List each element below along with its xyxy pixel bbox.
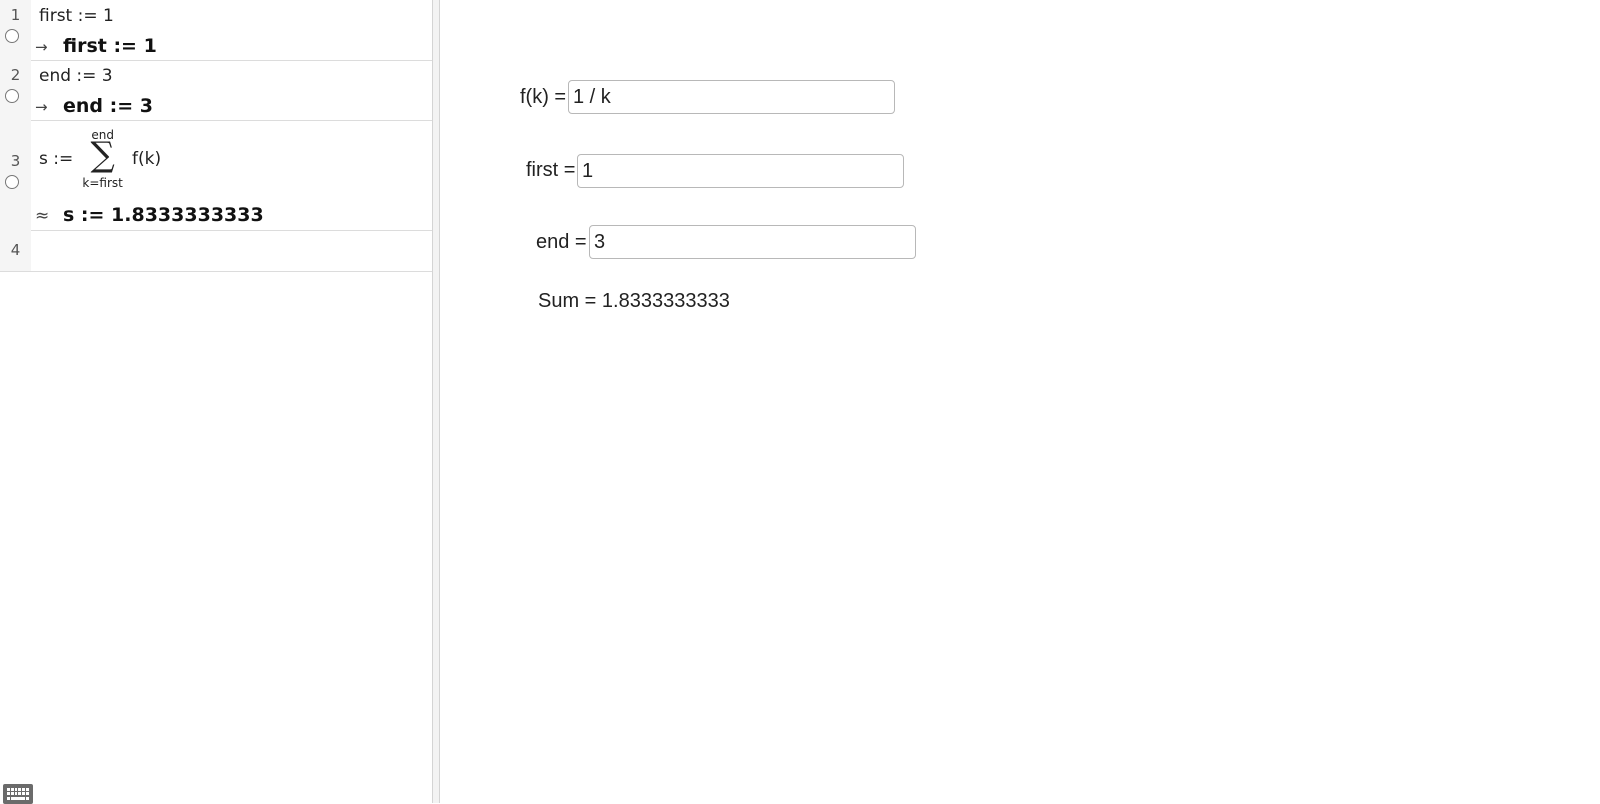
visibility-toggle-icon[interactable] (5, 175, 19, 189)
panel-divider[interactable] (432, 0, 440, 803)
cas-input[interactable]: first := 1 (39, 6, 114, 26)
approx-icon: ≈ (35, 206, 50, 226)
sum-lower-limit: k=first (82, 176, 123, 190)
cas-output: → end := 3 (35, 95, 153, 117)
cas-output-text: end := 3 (63, 95, 153, 117)
graphics-view[interactable]: f(k) = first = end = Sum = 1.8333333333 (440, 0, 1600, 803)
arrow-icon: → (35, 38, 48, 56)
summation: end ∑ k=first (79, 128, 127, 190)
cas-input[interactable]: end := 3 (39, 66, 113, 86)
cas-row-3[interactable]: 3 s := end ∑ k=first f(k) ≈ s := 1.833333… (0, 120, 436, 231)
cas-panel: 1 first := 1 → first := 1 2 end := 3 → end… (0, 0, 436, 804)
cas-row-1[interactable]: 1 first := 1 → first := 1 (0, 0, 436, 61)
sigma-icon: ∑ (90, 135, 115, 175)
fk-input[interactable] (568, 80, 895, 114)
keyboard-icon[interactable] (3, 784, 33, 804)
end-input[interactable] (589, 225, 916, 259)
row-number: 1 (10, 6, 21, 24)
sum-term: f(k) (132, 149, 162, 169)
first-input[interactable] (577, 154, 904, 188)
cas-output: ≈ s := 1.8333333333 (35, 204, 264, 226)
cas-input-lhs: s := (39, 149, 74, 169)
row-number: 2 (10, 66, 21, 84)
cas-row-4[interactable]: 4 (0, 230, 436, 272)
end-label: end = (536, 231, 587, 253)
cas-output: → first := 1 (35, 35, 157, 57)
cas-row-2[interactable]: 2 end := 3 → end := 3 (0, 60, 436, 121)
cas-output-text: s := 1.8333333333 (63, 204, 264, 226)
visibility-toggle-icon[interactable] (5, 89, 19, 103)
visibility-toggle-icon[interactable] (5, 29, 19, 43)
arrow-icon: → (35, 98, 48, 116)
first-label: first = (526, 159, 576, 181)
sum-result-text: Sum = 1.8333333333 (538, 290, 730, 312)
row-number: 4 (10, 241, 21, 259)
cas-output-text: first := 1 (63, 35, 157, 57)
cas-input[interactable]: s := end ∑ k=first f(k) (39, 128, 161, 190)
row-number: 3 (10, 152, 21, 170)
fk-label: f(k) = (520, 86, 567, 108)
